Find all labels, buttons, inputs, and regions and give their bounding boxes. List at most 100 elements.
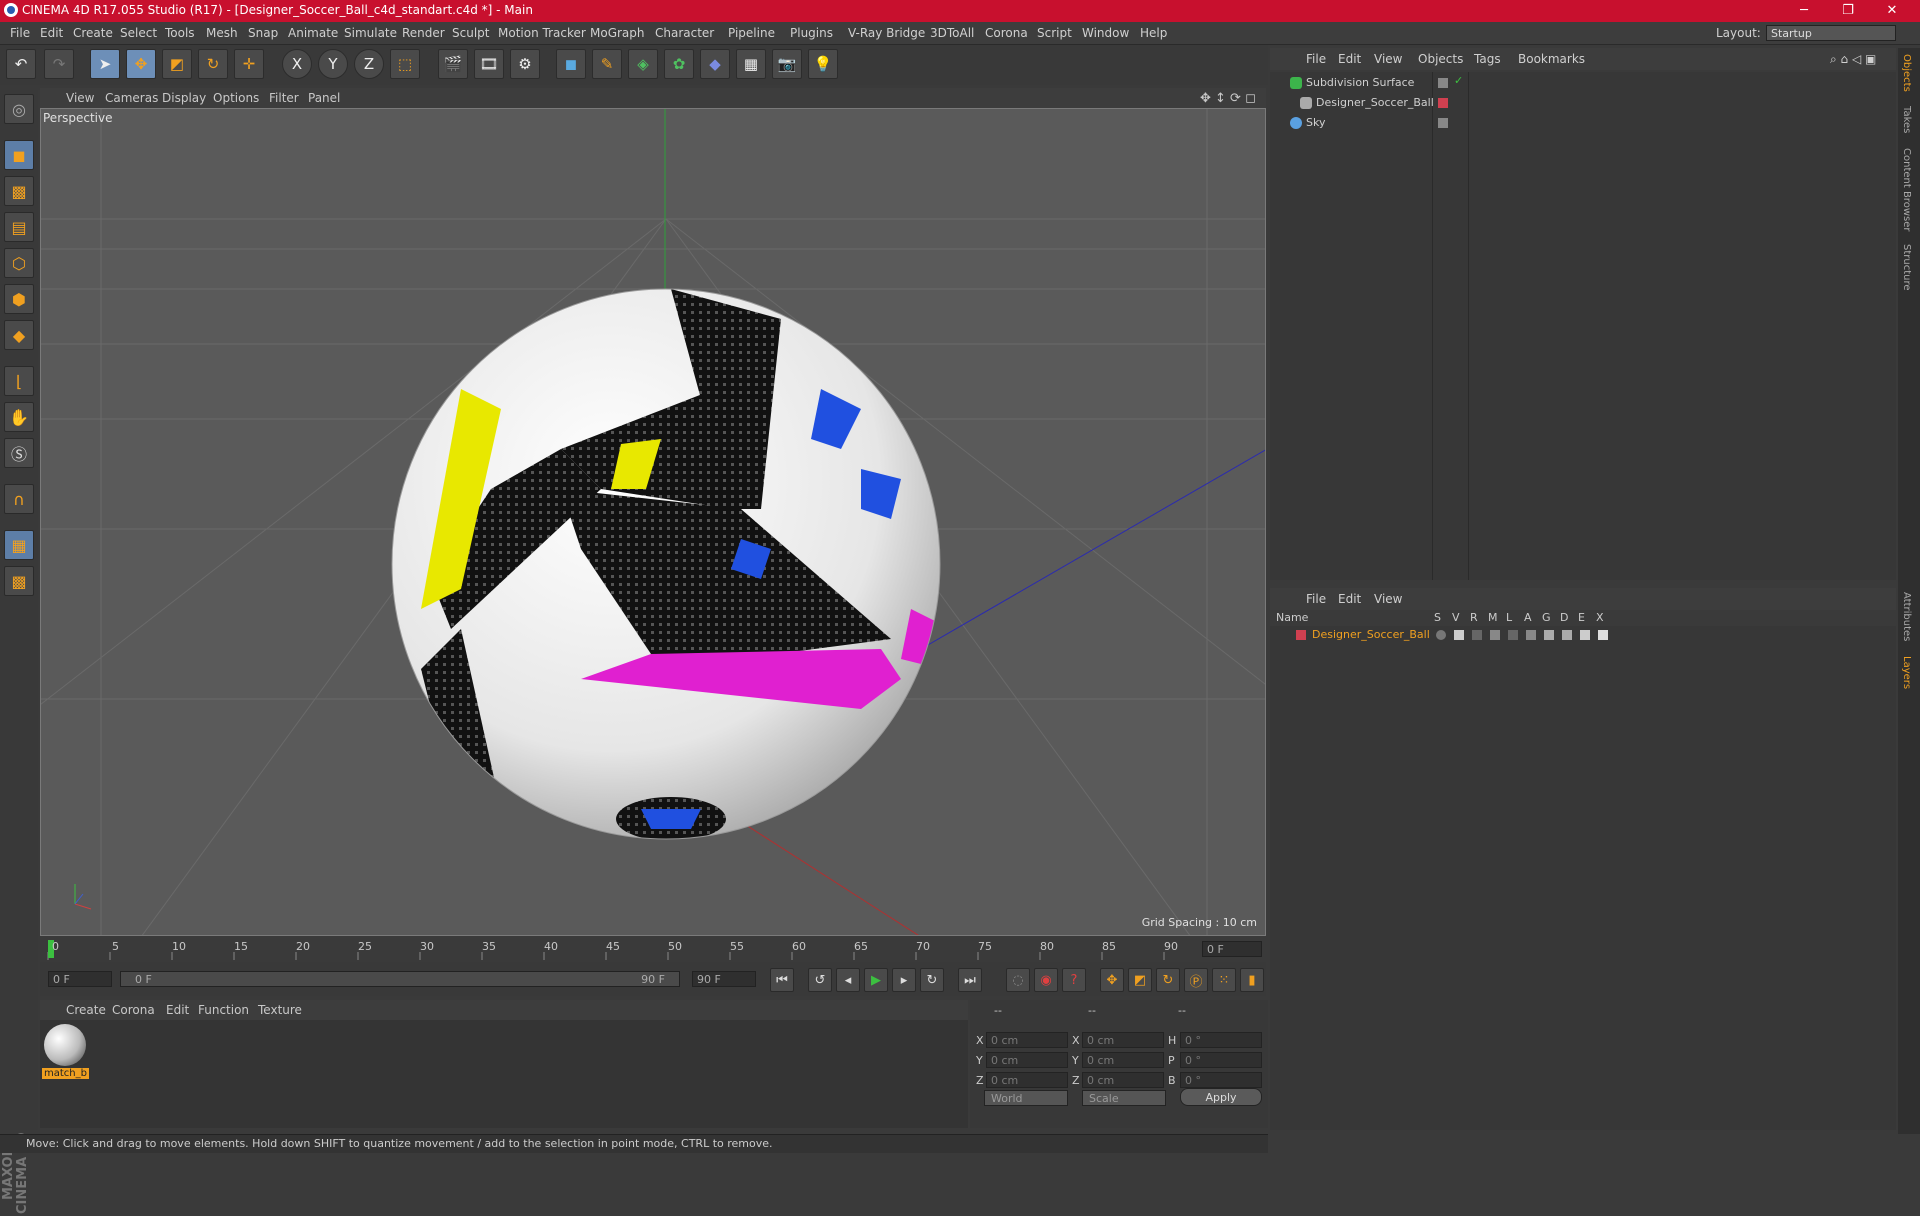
tab-objects[interactable]: Objects [1901,54,1912,92]
viewport-menu-display[interactable]: Display [162,91,206,105]
menu-pipeline[interactable]: Pipeline [728,26,775,40]
key-parameter-icon[interactable]: Ⓟ [1184,968,1208,992]
pos-x-field[interactable]: 0 cm [986,1032,1068,1048]
minimize-button[interactable]: ─ [1782,0,1826,22]
grid-snap-icon[interactable]: ▩ [4,566,34,596]
rot-b-field[interactable]: 0 ° [1180,1072,1262,1088]
polygons-mode-icon[interactable]: ◆ [4,320,34,350]
workplane-lock-icon[interactable]: ▦ [4,530,34,560]
layout-dropdown[interactable]: Startup [1766,25,1896,41]
play-icon[interactable]: ▶ [864,968,888,992]
menu-help[interactable]: Help [1140,26,1167,40]
lock-toggle-icon[interactable] [1508,630,1518,640]
current-frame-field[interactable]: 0 F [1202,941,1262,957]
menu-window[interactable]: Window [1082,26,1129,40]
visibility-toggle-icon[interactable] [1438,118,1448,128]
move-tool-icon[interactable]: ✥ [126,49,156,79]
viewport-navigation-icon[interactable]: ✥ ↕ ⟳ ◻ [1200,91,1256,106]
undo-icon[interactable]: ↶ [6,49,36,79]
menu-create[interactable]: Create [73,26,113,40]
enabled-check-icon[interactable]: ✓ [1454,74,1464,87]
go-to-start-icon[interactable]: ⏮ [770,968,794,992]
material-menu-texture[interactable]: Texture [258,1003,302,1017]
obj-menu-tags[interactable]: Tags [1474,52,1501,66]
object-row-sky[interactable]: Sky [1270,114,1896,132]
view-toggle-icon[interactable] [1454,630,1464,640]
viewport-menu-cameras[interactable]: Cameras [105,91,158,105]
obj-search-icon[interactable]: ⌕ ⌂ ◁ ▣ [1830,52,1876,67]
start-frame-field[interactable]: 0 F [48,971,112,987]
axis-mode-icon[interactable]: ⌊ [4,366,34,396]
subdivision-surface-icon[interactable]: ◈ [628,49,658,79]
key-position-icon[interactable]: ✥ [1100,968,1124,992]
previous-key-icon[interactable]: ↺ [808,968,832,992]
object-row-subdivision-surface[interactable]: Subdivision Surface ✓ [1270,74,1896,92]
layer-menu-file[interactable]: File [1306,592,1326,606]
material-swatch[interactable]: match_b [40,1020,90,1084]
rot-h-field[interactable]: 0 ° [1180,1032,1262,1048]
timeline-ruler[interactable]: 0 5 10 15 20 25 30 35 40 45 50 55 60 65 … [40,938,1266,960]
viewport-menu-view[interactable]: View [66,91,94,105]
next-frame-icon[interactable]: ▸ [892,968,916,992]
floor-icon[interactable]: ▦ [736,49,766,79]
next-key-icon[interactable]: ↻ [920,968,944,992]
coordinate-mode-dropdown[interactable]: World [984,1090,1068,1106]
menu-sculpt[interactable]: Sculpt [452,26,489,40]
render-settings-icon[interactable]: ⚙ [510,49,540,79]
snap-magnet-icon[interactable]: ∩ [4,484,34,514]
render-toggle-icon[interactable] [1472,630,1482,640]
frame-range-slider[interactable]: 0 F 90 F [120,971,680,987]
menu-mesh[interactable]: Mesh [206,26,238,40]
viewport-menu-options[interactable]: Options [213,91,259,105]
pos-y-field[interactable]: 0 cm [986,1052,1068,1068]
spline-pen-icon[interactable]: ✎ [592,49,622,79]
tab-content-browser[interactable]: Content Browser [1901,148,1912,231]
material-menu-edit[interactable]: Edit [166,1003,189,1017]
deformers-toggle-icon[interactable] [1562,630,1572,640]
tab-attributes[interactable]: Attributes [1901,592,1912,641]
material-menu-corona[interactable]: Corona [112,1003,155,1017]
menu-corona[interactable]: Corona [985,26,1028,40]
record-keys-icon[interactable]: ◌ [1006,968,1030,992]
size-x-field[interactable]: 0 cm [1082,1032,1164,1048]
layer-menu-edit[interactable]: Edit [1338,592,1361,606]
timeline-window-icon[interactable]: ▮ [1240,968,1264,992]
manager-toggle-icon[interactable] [1490,630,1500,640]
tab-takes[interactable]: Takes [1901,106,1912,133]
cloner-icon[interactable]: ✿ [664,49,694,79]
size-mode-dropdown[interactable]: Scale [1082,1090,1166,1106]
camera-icon[interactable]: 📷 [772,49,802,79]
menu-render[interactable]: Render [402,26,445,40]
tab-structure[interactable]: Structure [1901,244,1912,291]
go-to-end-icon[interactable]: ⏭ [958,968,982,992]
solo-toggle-icon[interactable] [1436,630,1446,640]
autokey-icon[interactable]: ◉ [1034,968,1058,992]
size-z-field[interactable]: 0 cm [1082,1072,1164,1088]
obj-menu-objects[interactable]: Objects [1418,52,1463,66]
viewport-menu-panel[interactable]: Panel [308,91,340,105]
edges-mode-icon[interactable]: ⬢ [4,284,34,314]
key-pla-icon[interactable]: ⁙ [1212,968,1236,992]
material-menu-function[interactable]: Function [198,1003,249,1017]
rotate-tool-icon[interactable]: ↻ [198,49,228,79]
previous-frame-icon[interactable]: ◂ [836,968,860,992]
3d-viewport[interactable]: Perspective Grid Spacing : 10 cm [40,108,1266,936]
light-icon[interactable]: 💡 [808,49,838,79]
key-rotation-icon[interactable]: ↻ [1156,968,1180,992]
key-scale-icon[interactable]: ◩ [1128,968,1152,992]
coordinate-system-icon[interactable]: ⬚ [390,49,420,79]
keyframe-selection-icon[interactable]: ? [1062,968,1086,992]
solo-mode-icon[interactable]: Ⓢ [4,438,34,468]
generators-toggle-icon[interactable] [1544,630,1554,640]
menu-file[interactable]: File [10,26,30,40]
model-mode-icon[interactable]: ◼ [4,140,34,170]
menu-simulate[interactable]: Simulate [344,26,397,40]
obj-menu-file[interactable]: File [1306,52,1326,66]
menu-vray-bridge[interactable]: V-Ray Bridge [848,26,925,40]
animation-toggle-icon[interactable] [1526,630,1536,640]
cube-object-icon[interactable]: ◼ [556,49,586,79]
obj-menu-edit[interactable]: Edit [1338,52,1361,66]
layer-color-icon[interactable] [1296,630,1306,640]
make-editable-icon[interactable]: ◎ [4,94,34,124]
menu-character[interactable]: Character [655,26,714,40]
